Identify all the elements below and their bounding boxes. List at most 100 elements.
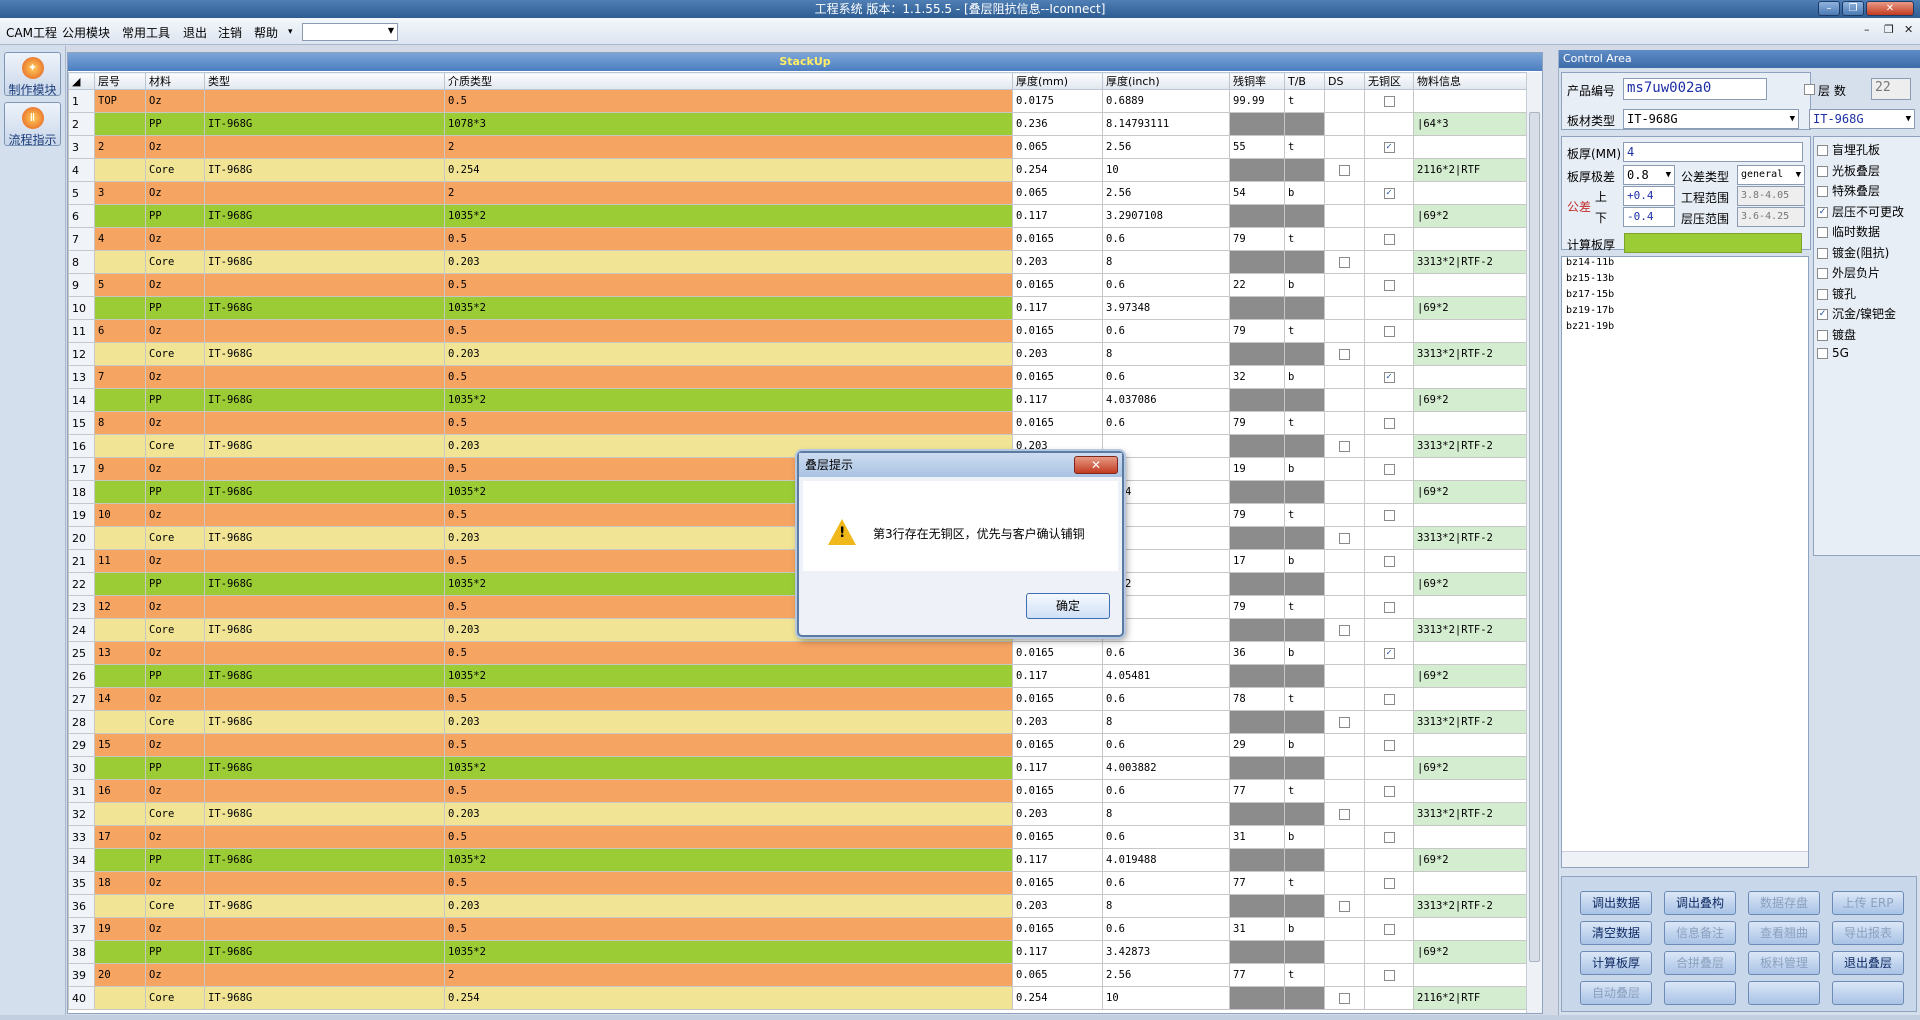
minimize-icon[interactable]: – bbox=[1818, 1, 1840, 16]
cell-nocu[interactable] bbox=[1364, 526, 1414, 550]
cell-mat[interactable]: Oz bbox=[145, 641, 205, 665]
cell-mat[interactable]: Core bbox=[145, 802, 205, 826]
ds-checkbox[interactable] bbox=[1339, 256, 1350, 268]
cell-cu[interactable]: 77 bbox=[1229, 963, 1285, 987]
cell-inch[interactable]: 3.42873 bbox=[1102, 940, 1230, 964]
cell-layer[interactable]: 14 bbox=[94, 687, 146, 711]
cell-info[interactable] bbox=[1413, 917, 1537, 941]
row-number[interactable]: 28 bbox=[68, 710, 95, 734]
cell-mm[interactable]: 0.117 bbox=[1012, 756, 1103, 780]
table-row[interactable]: 12 Core IT-968G 0.203 0.203 8 3313*2|RTF-2 bbox=[68, 342, 1537, 366]
row-number[interactable]: 31 bbox=[68, 779, 95, 803]
cell-ds[interactable] bbox=[1324, 825, 1365, 849]
cell-mat[interactable]: Oz bbox=[145, 273, 205, 297]
cell-mat[interactable]: PP bbox=[145, 940, 205, 964]
no-copper-checkbox[interactable] bbox=[1383, 785, 1395, 797]
ds-checkbox[interactable] bbox=[1339, 348, 1350, 360]
cell-inch[interactable]: 8 bbox=[1102, 250, 1230, 274]
cell-ds[interactable] bbox=[1324, 89, 1365, 113]
cell-layer[interactable]: 19 bbox=[94, 917, 146, 941]
cell-layer[interactable] bbox=[94, 894, 146, 918]
close-icon[interactable]: ✕ bbox=[1866, 1, 1914, 16]
cell-diel[interactable]: 0.5 bbox=[444, 227, 1013, 251]
cell-tb[interactable] bbox=[1284, 112, 1325, 136]
option-8[interactable]: ✓ 沉金/镍钯金 bbox=[1817, 305, 1896, 322]
cell-info[interactable] bbox=[1413, 733, 1537, 757]
cell-tb[interactable]: b bbox=[1284, 917, 1325, 941]
cell-tb[interactable]: t bbox=[1284, 319, 1325, 343]
cell-ds[interactable] bbox=[1324, 457, 1365, 481]
cell-cu[interactable]: 31 bbox=[1229, 825, 1285, 849]
cell-layer[interactable]: 8 bbox=[94, 411, 146, 435]
cell-info[interactable] bbox=[1413, 135, 1537, 159]
cell-diel[interactable]: 1078*3 bbox=[444, 112, 1013, 136]
cell-mm[interactable]: 0.203 bbox=[1012, 250, 1103, 274]
cell-ds[interactable] bbox=[1324, 871, 1365, 895]
cell-mm[interactable]: 0.0165 bbox=[1012, 319, 1103, 343]
cell-tb[interactable] bbox=[1284, 710, 1325, 734]
cell-nocu[interactable] bbox=[1364, 986, 1414, 1010]
cell-ds[interactable] bbox=[1324, 411, 1365, 435]
cell-diel[interactable]: 0.5 bbox=[444, 779, 1013, 803]
cell-layer[interactable]: 5 bbox=[94, 273, 146, 297]
cell-info[interactable] bbox=[1413, 411, 1537, 435]
cell-cu[interactable] bbox=[1229, 894, 1285, 918]
menu-cam[interactable]: CAM工程 bbox=[6, 24, 57, 41]
cell-tb[interactable]: t bbox=[1284, 779, 1325, 803]
no-copper-checkbox[interactable]: ✓ bbox=[1383, 371, 1395, 383]
cell-ds[interactable] bbox=[1324, 756, 1365, 780]
no-copper-checkbox[interactable]: ✓ bbox=[1383, 141, 1395, 153]
no-copper-checkbox[interactable]: ✓ bbox=[1383, 187, 1395, 199]
table-row[interactable]: 3 2 Oz 2 0.065 2.56 55 t ✓ bbox=[68, 135, 1537, 159]
no-copper-checkbox[interactable] bbox=[1383, 233, 1395, 245]
cell-mm[interactable]: 0.0165 bbox=[1012, 733, 1103, 757]
cell-tb[interactable] bbox=[1284, 204, 1325, 228]
row-number[interactable]: 30 bbox=[68, 756, 95, 780]
cell-tb[interactable] bbox=[1284, 802, 1325, 826]
option-checkbox[interactable] bbox=[1817, 227, 1828, 238]
cell-info[interactable] bbox=[1413, 503, 1537, 527]
cell-mm[interactable]: 0.065 bbox=[1012, 963, 1103, 987]
cell-mat[interactable]: Oz bbox=[145, 181, 205, 205]
cell-mat[interactable]: PP bbox=[145, 388, 205, 412]
table-row[interactable]: 38 PP IT-968G 1035*2 0.117 3.42873 |69*2 bbox=[68, 940, 1537, 964]
cell-tb[interactable]: b bbox=[1284, 273, 1325, 297]
cell-inch[interactable]: 4.037086 bbox=[1102, 388, 1230, 412]
cell-cu[interactable] bbox=[1229, 756, 1285, 780]
cell-mat[interactable]: Oz bbox=[145, 549, 205, 573]
cell-ds[interactable] bbox=[1324, 319, 1365, 343]
cell-diel[interactable]: 0.5 bbox=[444, 89, 1013, 113]
cell-nocu[interactable] bbox=[1364, 756, 1414, 780]
cell-mm[interactable]: 0.0175 bbox=[1012, 89, 1103, 113]
cell-cu[interactable] bbox=[1229, 710, 1285, 734]
cell-info[interactable]: |69*2 bbox=[1413, 940, 1537, 964]
cell-diel[interactable]: 0.5 bbox=[444, 365, 1013, 389]
cell-mat[interactable]: Oz bbox=[145, 779, 205, 803]
cell-inch[interactable]: 4.05481 bbox=[1102, 664, 1230, 688]
option-6[interactable]: 外层负片 bbox=[1817, 264, 1880, 281]
cell-layer[interactable]: 3 bbox=[94, 181, 146, 205]
cell-info[interactable] bbox=[1413, 457, 1537, 481]
cell-mat[interactable]: PP bbox=[145, 664, 205, 688]
cell-ds[interactable] bbox=[1324, 549, 1365, 573]
cell-inch[interactable]: 2.56 bbox=[1102, 181, 1230, 205]
layers-checkbox[interactable] bbox=[1804, 84, 1815, 95]
cell-layer[interactable]: TOP bbox=[94, 89, 146, 113]
cell-info[interactable] bbox=[1413, 319, 1537, 343]
cell-mm[interactable]: 0.0165 bbox=[1012, 779, 1103, 803]
cell-nocu[interactable] bbox=[1364, 825, 1414, 849]
table-row[interactable]: 28 Core IT-968G 0.203 0.203 8 3313*2|RTF-2 bbox=[68, 710, 1537, 734]
row-number[interactable]: 4 bbox=[68, 158, 95, 182]
cell-mm[interactable]: 0.117 bbox=[1012, 204, 1103, 228]
cell-ds[interactable] bbox=[1324, 250, 1365, 274]
cell-tb[interactable]: b bbox=[1284, 549, 1325, 573]
cell-ds[interactable] bbox=[1324, 365, 1365, 389]
corner-cell[interactable]: ◢ bbox=[68, 72, 95, 90]
cell-type[interactable] bbox=[204, 411, 445, 435]
cell-diel[interactable]: 2 bbox=[444, 181, 1013, 205]
cell-diel[interactable]: 2 bbox=[444, 135, 1013, 159]
cell-mm[interactable]: 0.0165 bbox=[1012, 273, 1103, 297]
cell-type[interactable] bbox=[204, 319, 445, 343]
cell-tb[interactable]: t bbox=[1284, 503, 1325, 527]
table-row[interactable]: 29 15 Oz 0.5 0.0165 0.6 29 b bbox=[68, 733, 1537, 757]
